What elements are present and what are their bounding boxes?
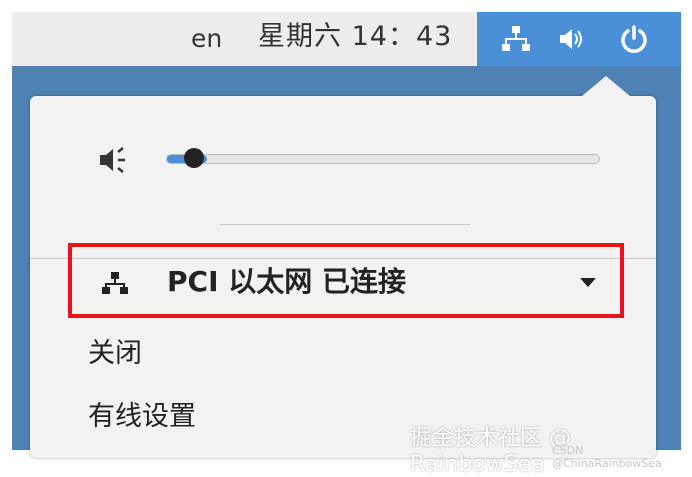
volume-icon <box>100 147 125 173</box>
volume-icon <box>560 29 582 49</box>
popup-arrow <box>582 76 630 96</box>
network-wired-icon <box>102 272 128 294</box>
input-language-indicator[interactable]: en <box>191 22 222 56</box>
turn-off-item[interactable]: 关闭 <box>88 336 142 372</box>
wired-network-menu-item[interactable]: PCI 以太网 已连接 <box>68 243 624 318</box>
system-menu-popup: PCI 以太网 已连接 关闭 有线设置 <box>30 76 656 458</box>
power-icon <box>621 25 647 53</box>
separator <box>220 224 470 225</box>
network-wired-icon <box>502 26 530 51</box>
system-menu-button[interactable] <box>477 12 681 66</box>
wired-network-label: PCI 以太网 已连接 <box>167 265 406 298</box>
clock[interactable]: 星期六 14：43 <box>258 20 452 54</box>
chevron-down-icon[interactable] <box>580 278 596 287</box>
watermark-small-text: CSDN @ChinaRainbowSea <box>552 444 662 470</box>
top-panel: en 星期六 14：43 <box>12 12 681 66</box>
wired-settings-item[interactable]: 有线设置 <box>88 399 196 435</box>
volume-slider-handle[interactable] <box>184 148 204 168</box>
volume-slider[interactable] <box>166 154 600 164</box>
